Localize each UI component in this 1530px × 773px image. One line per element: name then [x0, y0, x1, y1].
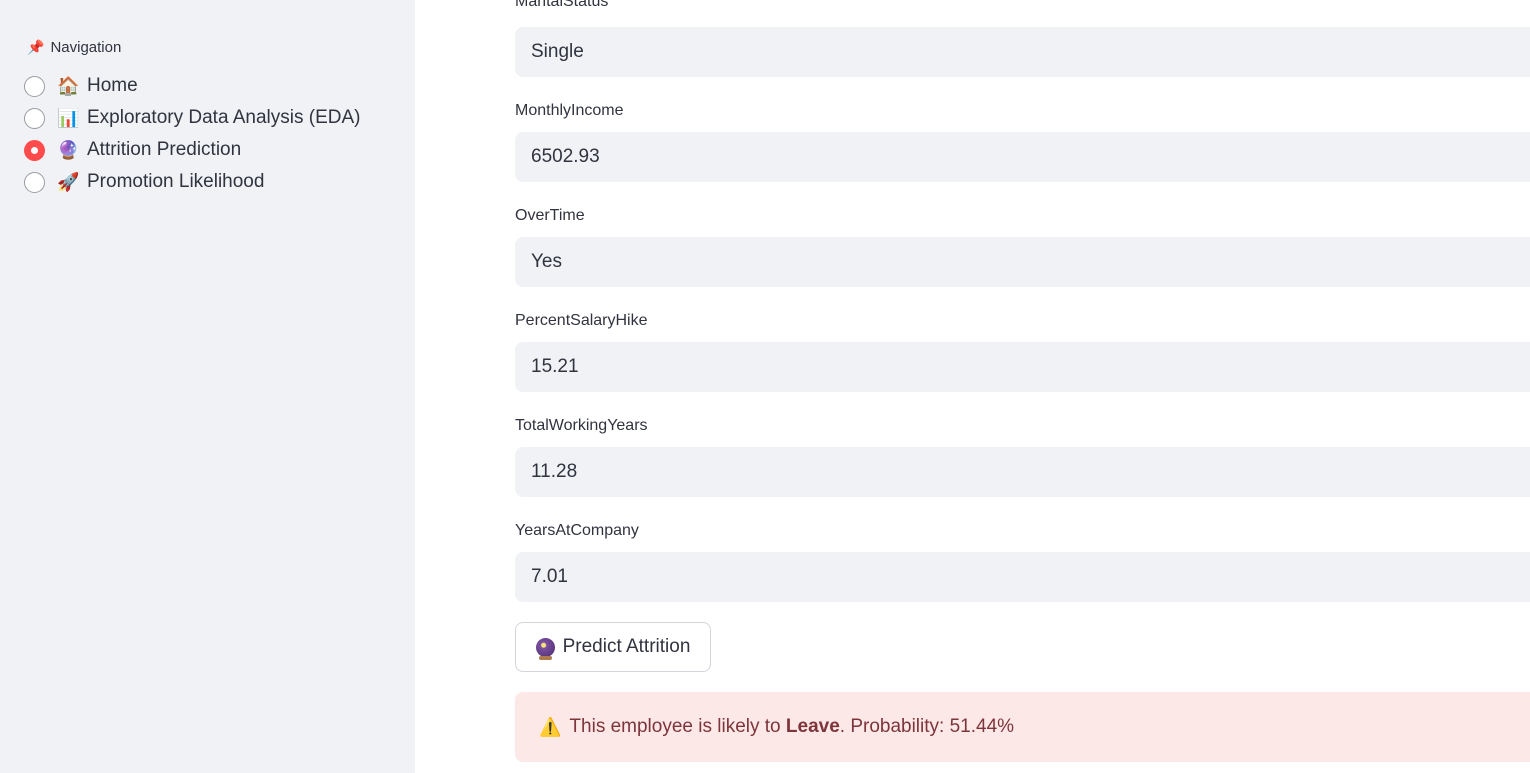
result-emphasis: Leave	[785, 716, 840, 737]
radio-button[interactable]	[24, 107, 45, 129]
radio-button[interactable]	[24, 171, 45, 193]
result-suffix: . Probability: 51.44%	[839, 716, 1015, 737]
sidebar: 📌 Navigation 🏠 Home 📊 Exploratory Data A…	[0, 0, 415, 773]
warning-icon: ⚠️	[539, 716, 562, 737]
marital-status-select[interactable]: Single	[515, 27, 1530, 77]
nav-radio-attrition-prediction[interactable]: 🔮 Attrition Prediction	[24, 136, 241, 164]
prediction-result-alert: ⚠️ This employee is likely to Leave. Pro…	[515, 692, 1530, 762]
rocket-icon: 🚀	[57, 171, 80, 192]
years-at-company-input[interactable]: 7.01	[515, 552, 1530, 602]
predict-button-label: Predict Attrition	[562, 636, 691, 657]
monthly-income-input[interactable]: 6502.93	[515, 132, 1530, 182]
percent-salary-hike-input[interactable]: 15.21	[515, 342, 1530, 392]
predict-attrition-button[interactable]: Predict Attrition	[515, 622, 711, 672]
nav-radio-promotion-likelihood[interactable]: 🚀 Promotion Likelihood	[24, 168, 264, 196]
bar-chart-icon: 📊	[57, 107, 80, 128]
radio-button[interactable]	[24, 75, 45, 97]
pushpin-icon: 📌	[27, 39, 45, 55]
navigation-title: 📌 Navigation	[27, 39, 121, 56]
field-label-years-at-company: YearsAtCompany	[515, 522, 639, 539]
crystal-ball-icon: 🔮	[57, 139, 80, 160]
nav-item-label: Home	[87, 75, 138, 96]
field-label-overtime: OverTime	[515, 207, 585, 224]
navigation-title-label: Navigation	[50, 39, 122, 56]
field-label-monthly-income: MonthlyIncome	[515, 102, 624, 119]
total-working-years-input[interactable]: 11.28	[515, 447, 1530, 497]
house-icon: 🏠	[57, 75, 80, 96]
overtime-select[interactable]: Yes	[515, 237, 1530, 287]
nav-radio-eda[interactable]: 📊 Exploratory Data Analysis (EDA)	[24, 104, 361, 132]
field-label-total-working-years: TotalWorkingYears	[515, 417, 648, 434]
nav-item-label: Exploratory Data Analysis (EDA)	[87, 107, 361, 128]
field-label-marital-status: MaritalStatus	[515, 0, 609, 10]
radio-button-selected[interactable]	[24, 139, 45, 161]
field-label-percent-salary-hike: PercentSalaryHike	[515, 312, 648, 329]
nav-item-label: Promotion Likelihood	[87, 171, 265, 192]
main-content: MaritalStatus Single MonthlyIncome 6502.…	[415, 0, 1530, 773]
nav-radio-home[interactable]: 🏠 Home	[24, 72, 138, 100]
crystal-ball-icon	[535, 637, 555, 660]
result-text: This employee is likely to Leave. Probab…	[569, 716, 1014, 738]
result-prefix: This employee is likely to	[569, 716, 786, 737]
nav-item-label: Attrition Prediction	[87, 139, 242, 160]
